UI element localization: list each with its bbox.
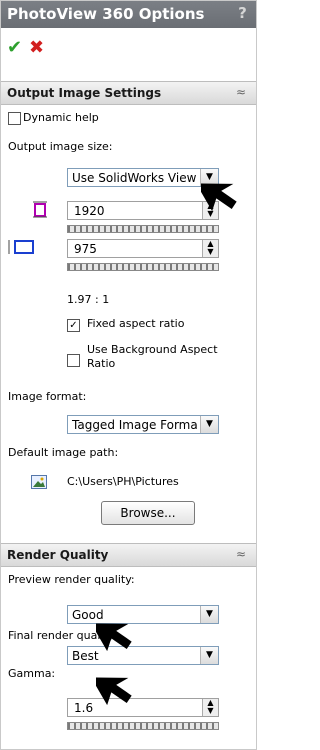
- image-format-label: Image format:: [8, 390, 87, 403]
- background-aspect-label: Use Background Aspect Ratio: [87, 343, 218, 370]
- image-format-value: Tagged Image Forma: [72, 418, 198, 432]
- preview-quality-label: Preview render quality:: [8, 573, 135, 586]
- dynamic-help-label: Dynamic help: [23, 111, 99, 124]
- render-quality-title: Render Quality: [7, 548, 109, 562]
- panel-title: PhotoView 360 Options: [7, 5, 205, 23]
- width-thumbwheel[interactable]: [67, 225, 219, 233]
- height-input[interactable]: 975 ▲ ▼: [67, 239, 219, 258]
- preview-quality-select[interactable]: Good ▼: [67, 605, 219, 624]
- output-size-select[interactable]: Use SolidWorks View ▼: [67, 168, 219, 187]
- image-file-icon: [31, 475, 47, 489]
- pointer-arrow-icon: [96, 677, 132, 706]
- browse-button[interactable]: Browse...: [101, 501, 195, 525]
- gamma-thumbwheel[interactable]: [67, 722, 219, 730]
- ok-check-icon[interactable]: ✔: [7, 37, 22, 58]
- height-spin-arrows[interactable]: ▲ ▼: [202, 240, 218, 257]
- dropdown-arrow-icon[interactable]: ▼: [200, 647, 218, 664]
- height-value: 975: [74, 242, 97, 256]
- image-path-label: Default image path:: [8, 446, 119, 459]
- width-value: 1920: [74, 204, 105, 218]
- fixed-aspect-label: Fixed aspect ratio: [87, 317, 185, 330]
- collapse-chevron-icon[interactable]: ≈: [236, 547, 246, 561]
- render-quality-header[interactable]: Render Quality ≈: [1, 543, 256, 567]
- image-path-value: C:\Users\PH\Pictures: [67, 475, 179, 488]
- cancel-x-icon[interactable]: ✖: [29, 37, 44, 58]
- output-image-settings-group: Output Image Settings ≈ Dynamic help Out…: [1, 81, 256, 525]
- height-thumbwheel[interactable]: [67, 263, 219, 271]
- width-input[interactable]: 1920 ▲▼: [67, 201, 219, 220]
- image-format-select[interactable]: Tagged Image Forma ▼: [67, 415, 219, 434]
- output-size-label: Output image size:: [8, 140, 113, 153]
- fixed-aspect-checkbox[interactable]: ✓: [67, 319, 80, 332]
- pointer-arrow-icon: [201, 183, 237, 212]
- collapse-chevron-icon[interactable]: ≈: [236, 85, 246, 99]
- width-dimension-icon: [8, 240, 34, 254]
- property-manager-panel: PhotoView 360 Options ? ✔ ✖ Output Image…: [0, 0, 257, 750]
- background-aspect-checkbox[interactable]: [67, 354, 80, 367]
- help-button[interactable]: ?: [234, 4, 251, 23]
- title-bar: PhotoView 360 Options ?: [1, 1, 256, 28]
- output-settings-title: Output Image Settings: [7, 86, 162, 100]
- height-dimension-icon: [33, 201, 47, 218]
- gamma-label: Gamma:: [8, 667, 56, 680]
- gamma-value: 1.6: [74, 701, 94, 715]
- final-quality-select[interactable]: Best ▼: [67, 646, 219, 665]
- aspect-ratio-text: 1.97 : 1: [67, 293, 110, 306]
- dynamic-help-checkbox[interactable]: [8, 112, 21, 125]
- dropdown-arrow-icon[interactable]: ▼: [200, 606, 218, 623]
- pointer-arrow-icon: [96, 623, 132, 652]
- output-settings-header[interactable]: Output Image Settings ≈: [1, 81, 256, 105]
- dropdown-arrow-icon[interactable]: ▼: [200, 416, 218, 433]
- gamma-spin-arrows[interactable]: ▲ ▼: [202, 699, 218, 716]
- output-size-value: Use SolidWorks View: [72, 171, 197, 185]
- final-quality-value: Best: [72, 649, 99, 663]
- gamma-input[interactable]: 1.6 ▲ ▼: [67, 698, 219, 717]
